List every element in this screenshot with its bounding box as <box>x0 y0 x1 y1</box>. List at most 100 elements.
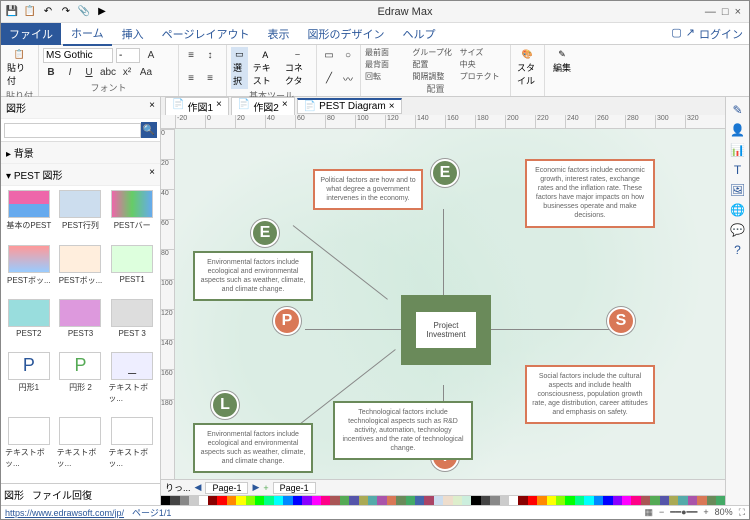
play-icon[interactable]: ▶ <box>95 5 109 19</box>
undo-icon[interactable]: ↶ <box>41 5 55 19</box>
textbox-economic[interactable]: Economic factors include economic growth… <box>525 159 655 228</box>
view-icon[interactable]: ▦ <box>645 507 654 518</box>
shape-item[interactable]: PEST 3 <box>108 299 156 348</box>
insert-tab[interactable]: 挿入 <box>114 23 152 45</box>
textbox-tech[interactable]: Technological factors include technologi… <box>333 401 473 460</box>
node-e-left[interactable]: E <box>251 219 279 247</box>
protect-button[interactable]: プロテクト <box>460 71 506 82</box>
login-link[interactable]: ログイン <box>699 26 743 42</box>
comment-icon[interactable]: 💬 <box>730 223 745 237</box>
node-s[interactable]: S <box>607 307 635 335</box>
doctab-2[interactable]: 📄作図2× <box>231 97 295 116</box>
canvas[interactable]: Project Investment E E P S T L Political… <box>175 129 725 479</box>
font-color-icon[interactable]: A <box>143 47 159 63</box>
align-center-button[interactable]: ≡ <box>202 71 218 87</box>
collapse-ribbon-icon[interactable]: ▢ <box>671 26 681 42</box>
textbox-env1[interactable]: Environmental factors include ecological… <box>193 251 313 301</box>
center-button[interactable]: 中央 <box>460 59 506 70</box>
url-text[interactable]: https://www.edrawsoft.com/jp/ <box>5 508 124 518</box>
view-tab[interactable]: 表示 <box>259 23 297 45</box>
italic-button[interactable]: I <box>62 64 78 80</box>
connector-tool[interactable]: ⎯コネクタ <box>283 47 312 89</box>
strike-button[interactable]: abc <box>100 64 116 80</box>
close-button[interactable]: × <box>735 6 741 18</box>
recovery-tab[interactable]: ファイル回復 <box>32 487 92 502</box>
underline-button[interactable]: U <box>81 64 97 80</box>
fit-icon[interactable]: ⛶ <box>739 507 745 518</box>
share-icon[interactable]: ↗ <box>686 26 695 42</box>
font-size-select[interactable] <box>116 48 140 63</box>
shape-item[interactable]: 基本のPEST <box>5 190 53 241</box>
rect-shape-button[interactable]: ▭ <box>321 47 337 63</box>
paste-button[interactable]: 📋貼り付 <box>5 47 34 89</box>
align-left-button[interactable]: ≡ <box>183 71 199 87</box>
help-icon[interactable]: ? <box>734 243 741 257</box>
doctab-3[interactable]: 📄PEST Diagram× <box>297 98 402 114</box>
super-button[interactable]: x² <box>119 64 135 80</box>
send-back-button[interactable]: 最背面 <box>365 59 411 70</box>
textbox-political[interactable]: Political factors are how and to what de… <box>313 169 423 210</box>
doctab-1[interactable]: 📄作図1× <box>165 97 229 116</box>
style-button[interactable]: 🎨スタイル <box>515 47 540 89</box>
text-icon[interactable]: T <box>734 163 741 177</box>
redo-icon[interactable]: ↷ <box>59 5 73 19</box>
chart-icon[interactable]: 📊 <box>730 143 745 157</box>
shape-item[interactable]: テキストボッ... <box>5 417 53 479</box>
image-icon[interactable]: 🖼 <box>730 183 745 197</box>
file-tab[interactable]: ファイル <box>1 23 61 45</box>
shape-item[interactable]: P円形1 <box>5 352 53 414</box>
shape-item[interactable]: PESTボッ... <box>5 245 53 296</box>
bold-button[interactable]: B <box>43 64 59 80</box>
shape-item[interactable]: テキストボッ... <box>108 417 156 479</box>
bg-section[interactable]: ▸ 背景 <box>1 142 160 164</box>
shape-item[interactable]: P円形 2 <box>57 352 105 414</box>
bring-front-button[interactable]: 最前面 <box>365 47 411 58</box>
ellipse-shape-button[interactable]: ○ <box>340 47 356 63</box>
edit-button[interactable]: ✎編集 <box>549 47 575 76</box>
paste-icon[interactable]: 📋 <box>23 5 37 19</box>
case-button[interactable]: Aa <box>138 64 154 80</box>
textbox-social[interactable]: Social factors include the cultural aspe… <box>525 365 655 424</box>
home-tab[interactable]: ホーム <box>63 22 112 46</box>
bullets-button[interactable]: ≡ <box>183 47 199 63</box>
align-button[interactable]: 配置 <box>412 59 458 70</box>
pagelayout-tab[interactable]: ページレイアウト <box>154 23 258 45</box>
spacing-button[interactable]: ↕ <box>202 47 218 63</box>
maximize-button[interactable]: □ <box>722 6 729 18</box>
shape-item[interactable]: テキストボッ... <box>57 417 105 479</box>
center-node[interactable]: Project Investment <box>401 295 491 365</box>
select-tool[interactable]: ▭選択 <box>231 47 248 89</box>
font-name-select[interactable] <box>43 48 113 63</box>
zoom-out-button[interactable]: − <box>659 507 664 518</box>
node-l[interactable]: L <box>211 391 239 419</box>
node-p[interactable]: P <box>273 307 301 335</box>
rotate-button[interactable]: 回転 <box>365 71 411 82</box>
text-tool[interactable]: Aテキスト <box>251 48 280 89</box>
node-e-top[interactable]: E <box>431 159 459 187</box>
search-icon[interactable]: 🔍 <box>141 122 157 138</box>
shape-item[interactable]: PESTボッ... <box>57 245 105 296</box>
color-strip[interactable] <box>161 495 725 505</box>
save-icon[interactable]: 💾 <box>5 5 19 19</box>
zoom-in-button[interactable]: + <box>703 507 708 518</box>
textbox-env2[interactable]: Environmental factors include ecological… <box>193 423 313 473</box>
help-tab[interactable]: ヘルプ <box>394 23 443 45</box>
curve-shape-button[interactable]: 〰 <box>340 71 356 87</box>
shapes-tab[interactable]: 図形 <box>4 487 24 502</box>
distribute-button[interactable]: 間隔調整 <box>412 71 458 82</box>
search-input[interactable] <box>4 123 141 138</box>
pencil-icon[interactable]: ✎ <box>732 103 742 117</box>
page-tab-2[interactable]: Page-1 <box>273 482 316 494</box>
add-page-button[interactable]: + <box>263 483 268 493</box>
shape-item[interactable]: PEST2 <box>5 299 53 348</box>
pest-section[interactable]: ▾ PEST 図形× <box>1 164 160 186</box>
size-button[interactable]: サイズ <box>460 47 506 58</box>
group-button[interactable]: グループ化 <box>412 47 458 58</box>
attach-icon[interactable]: 📎 <box>77 5 91 19</box>
user-icon[interactable]: 👤 <box>730 123 745 137</box>
shape-item[interactable]: PESTバー <box>108 190 156 241</box>
shape-item[interactable]: PEST行列 <box>57 190 105 241</box>
shape-item[interactable]: PEST3 <box>57 299 105 348</box>
globe-icon[interactable]: 🌐 <box>730 203 745 217</box>
line-shape-button[interactable]: ╱ <box>321 71 337 87</box>
